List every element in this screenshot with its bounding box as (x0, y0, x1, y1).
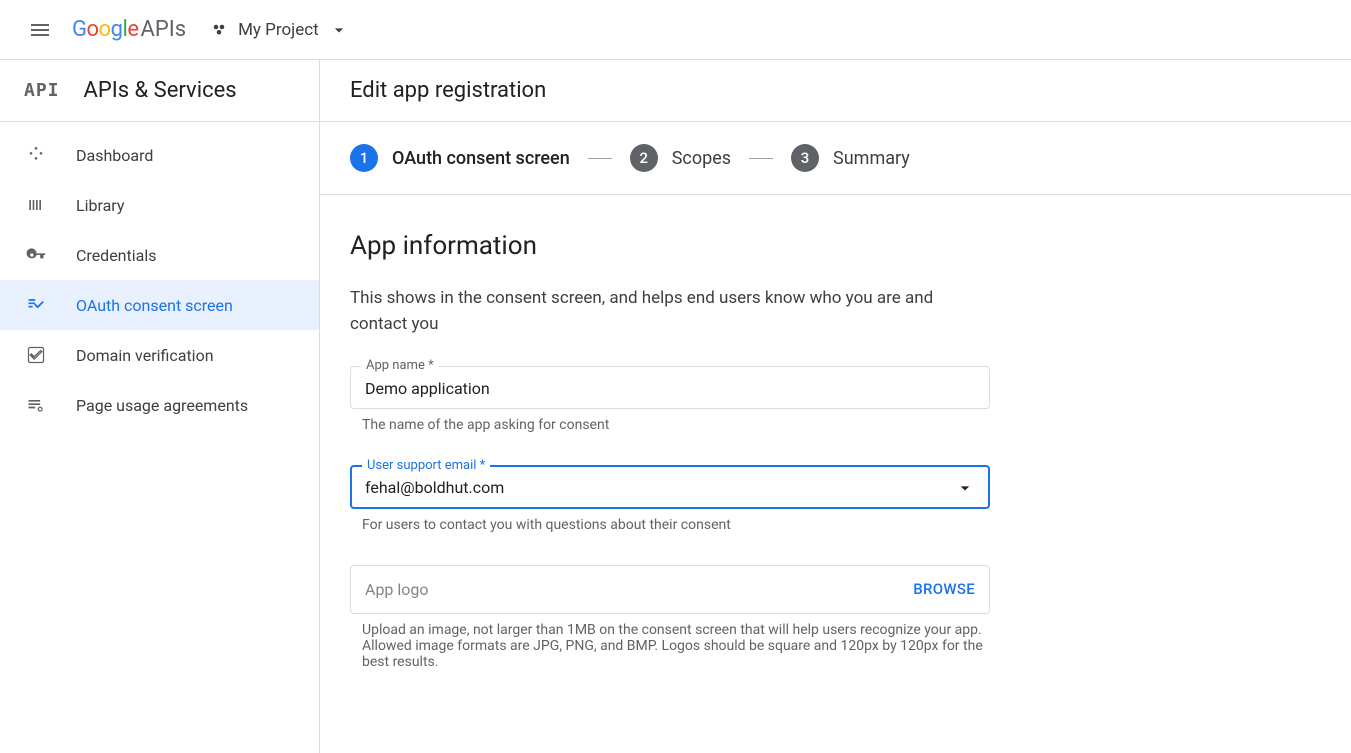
menu-icon (28, 18, 52, 42)
nav-label: Library (76, 196, 124, 215)
step-connector (588, 158, 612, 159)
nav-label: Dashboard (76, 146, 153, 165)
google-logo-text: Google (72, 17, 138, 42)
field-label: App name * (361, 358, 439, 373)
api-icon: API (24, 80, 60, 101)
sidebar-item-domain-verification[interactable]: Domain verification (0, 330, 319, 380)
browse-button[interactable]: BROWSE (913, 580, 975, 598)
sidebar-item-oauth-consent[interactable]: OAuth consent screen (0, 280, 319, 330)
helper-text: Upload an image, not larger than 1MB on … (350, 622, 990, 670)
project-selector[interactable]: My Project (210, 20, 349, 40)
nav-label: Credentials (76, 246, 157, 265)
key-icon (24, 243, 48, 267)
step-label: OAuth consent screen (392, 148, 570, 169)
sidebar-item-dashboard[interactable]: Dashboard (0, 130, 319, 180)
helper-text: For users to contact you with questions … (350, 517, 990, 533)
content-header: Edit app registration (320, 60, 1351, 122)
support-email-field[interactable]: User support email * fehal@boldhut.com (350, 465, 990, 509)
step-summary[interactable]: 3 Summary (791, 144, 910, 172)
step-label: Summary (833, 148, 910, 169)
sidebar-item-library[interactable]: Library (0, 180, 319, 230)
consent-icon (24, 293, 48, 317)
nav-label: Domain verification (76, 346, 214, 365)
section-description: This shows in the consent screen, and he… (350, 285, 990, 338)
form-area: App information This shows in the consen… (320, 195, 1320, 738)
app-name-field[interactable]: App name * (350, 366, 990, 409)
support-email-select[interactable]: fehal@boldhut.com (365, 478, 975, 498)
step-number: 1 (350, 144, 378, 172)
section-heading: App information (350, 231, 1290, 261)
nav-label: Page usage agreements (76, 396, 248, 415)
main-content: Edit app registration 1 OAuth consent sc… (320, 60, 1351, 753)
step-connector (749, 158, 773, 159)
app-logo-field[interactable]: App logo BROWSE (350, 565, 990, 614)
field-label: User support email * (362, 458, 490, 473)
support-email-field-group: User support email * fehal@boldhut.com F… (350, 465, 990, 533)
nav: Dashboard Library Credentials OAuth cons… (0, 122, 319, 430)
sidebar-item-credentials[interactable]: Credentials (0, 230, 319, 280)
step-number: 2 (630, 144, 658, 172)
helper-text: The name of the app asking for consent (350, 417, 990, 433)
google-apis-logo: Google APIs (72, 17, 186, 42)
sidebar-header: API APIs & Services (0, 60, 319, 122)
project-name: My Project (238, 20, 319, 40)
dashboard-icon (24, 143, 48, 167)
project-icon (210, 21, 228, 39)
logo-label: App logo (365, 580, 429, 599)
step-oauth-consent[interactable]: 1 OAuth consent screen (350, 144, 570, 172)
app-name-input[interactable] (365, 379, 975, 398)
dropdown-icon (955, 478, 975, 498)
stepper: 1 OAuth consent screen 2 Scopes 3 Summar… (320, 122, 1351, 195)
select-value: fehal@boldhut.com (365, 478, 504, 497)
step-scopes[interactable]: 2 Scopes (630, 144, 731, 172)
hamburger-menu-button[interactable] (16, 6, 64, 54)
app-header: Google APIs My Project (0, 0, 1351, 60)
sidebar-title: APIs & Services (84, 78, 237, 103)
sidebar: API APIs & Services Dashboard Library Cr… (0, 60, 320, 753)
verified-icon (24, 343, 48, 367)
page-title: Edit app registration (350, 78, 546, 103)
nav-label: OAuth consent screen (76, 296, 233, 315)
step-label: Scopes (672, 148, 731, 169)
library-icon (24, 193, 48, 217)
app-logo-field-group: App logo BROWSE Upload an image, not lar… (350, 565, 990, 670)
step-number: 3 (791, 144, 819, 172)
sidebar-item-page-usage[interactable]: Page usage agreements (0, 380, 319, 430)
settings-list-icon (24, 393, 48, 417)
app-name-field-group: App name * The name of the app asking fo… (350, 366, 990, 433)
dropdown-icon (329, 20, 349, 40)
apis-text: APIs (140, 17, 186, 42)
